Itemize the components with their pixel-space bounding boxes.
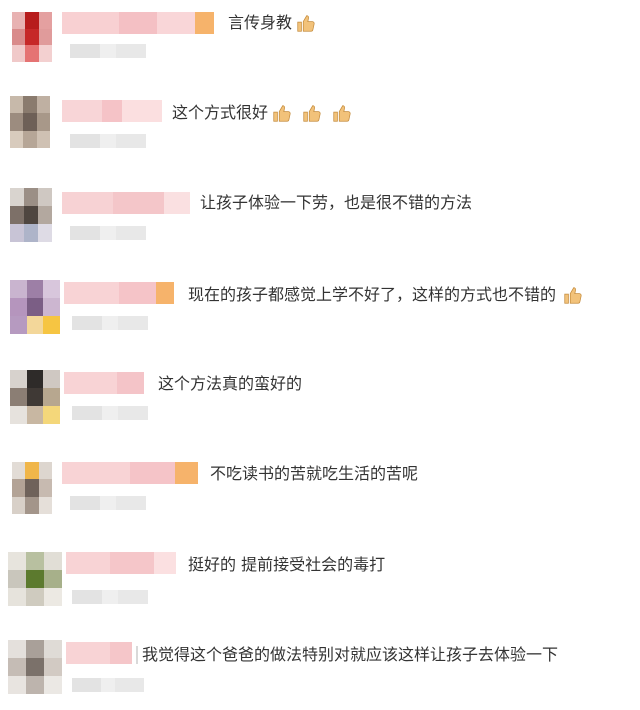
comment-text: 让孩子体验一下劳，也是很不错的方法 [200, 193, 473, 212]
username-blur[interactable] [66, 642, 132, 664]
avatar[interactable] [10, 188, 52, 242]
comment-item: 言传身教 [0, 0, 640, 80]
avatar[interactable] [8, 552, 62, 606]
timestamp-blur [72, 316, 149, 330]
comment-text: 言传身教 [228, 12, 317, 34]
comment-text: 不吃读书的苦就吃生活的苦呢 [210, 464, 419, 483]
comment-item: 现在的孩子都感觉上学不好了，这样的方式也不错的 [0, 270, 640, 350]
separator [136, 646, 138, 664]
username-blur[interactable] [66, 552, 176, 574]
comment-item: 让孩子体验一下劳，也是很不错的方法 [0, 180, 640, 260]
timestamp-blur [72, 406, 149, 420]
timestamp-blur [70, 496, 147, 510]
avatar[interactable] [8, 640, 62, 694]
thumbs-up-icon [564, 287, 582, 304]
timestamp-blur [72, 678, 144, 692]
avatar[interactable] [10, 280, 60, 334]
avatar[interactable] [10, 96, 50, 148]
username-blur[interactable] [62, 100, 162, 122]
comment-item: 这个方式很好 [0, 90, 640, 170]
comment-item: 我觉得这个爸爸的做法特别对就应该这样让孩子去体验一下 [0, 630, 640, 710]
avatar[interactable] [12, 12, 52, 62]
comment-item: 不吃读书的苦就吃生活的苦呢 [0, 450, 640, 530]
username-blur[interactable] [64, 282, 174, 304]
thumbs-up-icon [333, 105, 351, 122]
timestamp-blur [72, 590, 149, 604]
username-blur[interactable] [62, 12, 214, 34]
comment-text: 这个方法真的蛮好的 [158, 374, 303, 393]
timestamp-blur [70, 44, 147, 58]
timestamp-blur [70, 226, 147, 240]
comment-text: 这个方式很好 [172, 102, 353, 124]
thumbs-up-icon [273, 105, 291, 122]
comment-text: 我觉得这个爸爸的做法特别对就应该这样让孩子去体验一下 [136, 644, 558, 666]
comment-item: 挺好的 提前接受社会的毒打 [0, 540, 640, 620]
avatar[interactable] [12, 462, 52, 514]
comment-item: 这个方法真的蛮好的 [0, 360, 640, 440]
username-blur[interactable] [64, 372, 144, 394]
username-blur[interactable] [62, 192, 190, 214]
thumbs-up-icon [297, 15, 315, 32]
timestamp-blur [70, 134, 147, 148]
comment-text: 挺好的 提前接受社会的毒打 [188, 555, 386, 574]
username-blur[interactable] [62, 462, 198, 484]
comment-text: 现在的孩子都感觉上学不好了，这样的方式也不错的 [188, 284, 584, 306]
avatar[interactable] [10, 370, 60, 424]
thumbs-up-icon [303, 105, 321, 122]
